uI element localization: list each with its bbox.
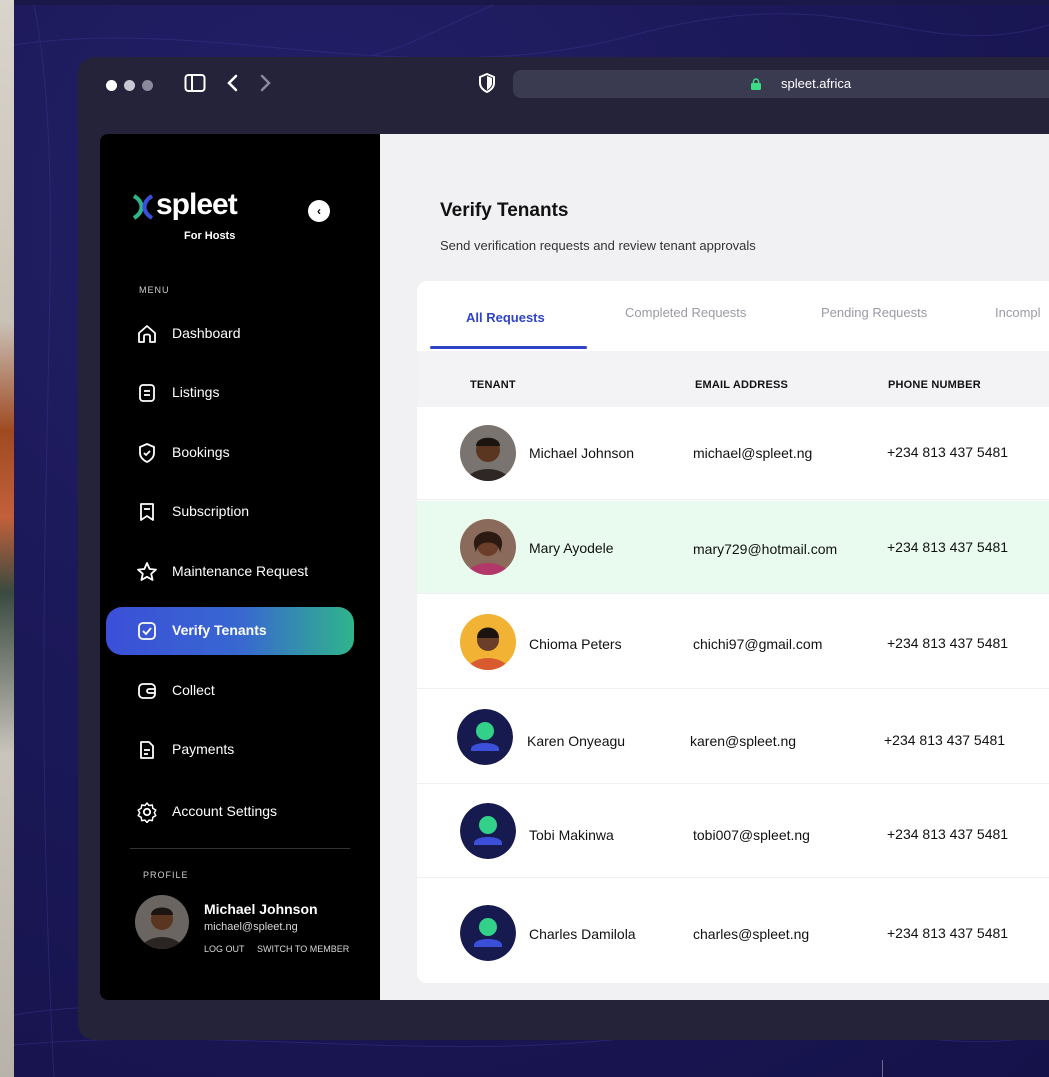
tenant-name: Chioma Peters <box>529 636 622 652</box>
tenant-name: Karen Onyeagu <box>527 733 626 749</box>
tenant-email: chichi97@gmail.com <box>693 636 823 652</box>
table-row[interactable]: Mary Ayodele mary729@hotmail.com +234 81… <box>417 501 1049 594</box>
logo-mark-icon <box>132 194 154 220</box>
sidebar-item-listings[interactable]: Listings <box>106 369 354 417</box>
tab-pending-requests[interactable]: Pending Requests <box>821 305 927 320</box>
tenant-avatar-placeholder <box>460 803 516 859</box>
tenant-phone: +234 813 437 5481 <box>887 925 1009 941</box>
browser-window: spleet.africa spleet For Hosts ‹ MENU Da… <box>78 57 1049 1040</box>
tenant-phone: +234 813 437 5481 <box>887 444 1009 460</box>
switch-to-member-link[interactable]: SWITCH TO MEMBER <box>257 944 349 954</box>
column-header-tenant[interactable]: TENANT <box>470 379 516 391</box>
tenant-email: charles@spleet.ng <box>693 926 810 942</box>
tenant-name: Mary Ayodele <box>529 540 614 556</box>
brand-name: spleet <box>156 188 238 221</box>
tab-completed-requests[interactable]: Completed Requests <box>625 305 746 320</box>
tenant-name: Michael Johnson <box>529 445 635 461</box>
background-photo-strip <box>0 0 14 1077</box>
app-container: spleet For Hosts ‹ MENU Dashboard Listin… <box>100 134 1049 1000</box>
sidebar-item-maintenance-request[interactable]: Maintenance Request <box>106 548 354 596</box>
tenant-name: Tobi Makinwa <box>529 827 614 843</box>
url-text: spleet.africa <box>781 76 852 91</box>
sidebar-item-subscription[interactable]: Subscription <box>106 488 354 536</box>
tenant-email: michael@spleet.ng <box>693 445 813 461</box>
window-dot-minimize[interactable] <box>124 80 135 91</box>
window-dot-close[interactable] <box>106 80 117 91</box>
tenant-avatar <box>460 519 516 575</box>
table-row[interactable]: Charles Damilola charles@spleet.ng +234 … <box>417 880 1049 983</box>
tenant-phone: +234 813 437 5481 <box>887 539 1009 555</box>
tenant-phone: +234 813 437 5481 <box>887 826 1009 842</box>
backdrop: spleet.africa spleet For Hosts ‹ MENU Da… <box>14 5 1049 1077</box>
profile-links: LOG OUT SWITCH TO MEMBER <box>204 944 359 954</box>
tenant-email: tobi007@spleet.ng <box>693 827 810 843</box>
receipt-icon <box>140 503 154 521</box>
sidebar-item-account-settings[interactable]: Account Settings <box>106 788 354 836</box>
browser-toolbar: spleet.africa <box>78 57 1049 117</box>
profile-email: michael@spleet.ng <box>204 921 298 933</box>
tenant-avatar-placeholder <box>457 709 513 765</box>
divider-line <box>882 1060 883 1077</box>
checkbox-icon <box>138 622 156 640</box>
tenant-phone: +234 813 437 5481 <box>884 732 1006 748</box>
profile-avatar[interactable] <box>135 895 189 949</box>
collapse-sidebar-button[interactable]: ‹ <box>308 200 330 222</box>
sidebar-item-payments[interactable]: Payments <box>106 726 354 774</box>
window-dot-maximize[interactable] <box>142 80 153 91</box>
shield-check-icon <box>139 443 155 464</box>
address-bar[interactable]: spleet.africa <box>513 70 1049 98</box>
table-row[interactable]: Michael Johnson michael@spleet.ng +234 8… <box>417 407 1049 500</box>
table-row[interactable]: Chioma Peters chichi97@gmail.com +234 81… <box>417 596 1049 689</box>
tenant-email: karen@spleet.ng <box>690 733 797 749</box>
logout-link[interactable]: LOG OUT <box>204 944 245 954</box>
sidebar-item-dashboard[interactable]: Dashboard <box>106 310 354 358</box>
tab-incomplete-requests[interactable]: Incompl <box>995 305 1041 320</box>
gear-icon <box>137 802 157 823</box>
star-icon <box>137 562 157 581</box>
tab-all-requests[interactable]: All Requests <box>466 310 545 325</box>
tenant-name: Charles Damilola <box>529 926 636 942</box>
table-row[interactable]: Karen Onyeagu karen@spleet.ng +234 813 4… <box>417 691 1049 784</box>
tenant-avatar <box>460 614 516 670</box>
menu-label: MENU <box>139 285 170 295</box>
sidebar-divider <box>130 848 350 849</box>
sidebar-item-bookings[interactable]: Bookings <box>106 429 354 477</box>
lock-icon <box>751 78 761 90</box>
table-header: TENANT EMAIL ADDRESS PHONE NUMBER <box>417 351 1049 407</box>
column-header-phone[interactable]: PHONE NUMBER <box>888 379 981 391</box>
home-icon <box>138 325 156 343</box>
document-icon <box>139 384 155 402</box>
profile-label: PROFILE <box>143 870 189 880</box>
active-tab-indicator <box>430 346 587 349</box>
main-content: Verify Tenants Send verification request… <box>380 134 1049 1000</box>
brand-subtitle: For Hosts <box>184 230 236 242</box>
tenant-phone: +234 813 437 5481 <box>887 635 1009 651</box>
sidebar-item-verify-tenants[interactable]: Verify Tenants <box>106 607 354 655</box>
requests-card: All Requests Completed Requests Pending … <box>417 281 1049 983</box>
profile-name: Michael Johnson <box>204 901 318 917</box>
table-row[interactable]: Tobi Makinwa tobi007@spleet.ng +234 813 … <box>417 785 1049 878</box>
sidebar-item-collect[interactable]: Collect <box>106 667 354 715</box>
tenant-avatar-placeholder <box>460 905 516 961</box>
tenant-avatar <box>460 425 516 481</box>
file-icon <box>140 741 154 759</box>
page-title: Verify Tenants <box>440 200 569 221</box>
column-header-email[interactable]: EMAIL ADDRESS <box>695 379 788 391</box>
tenant-email: mary729@hotmail.com <box>693 541 838 557</box>
page-subtitle: Send verification requests and review te… <box>440 238 756 253</box>
sidebar: spleet For Hosts ‹ MENU Dashboard Listin… <box>100 134 380 1000</box>
wallet-icon <box>138 683 156 699</box>
